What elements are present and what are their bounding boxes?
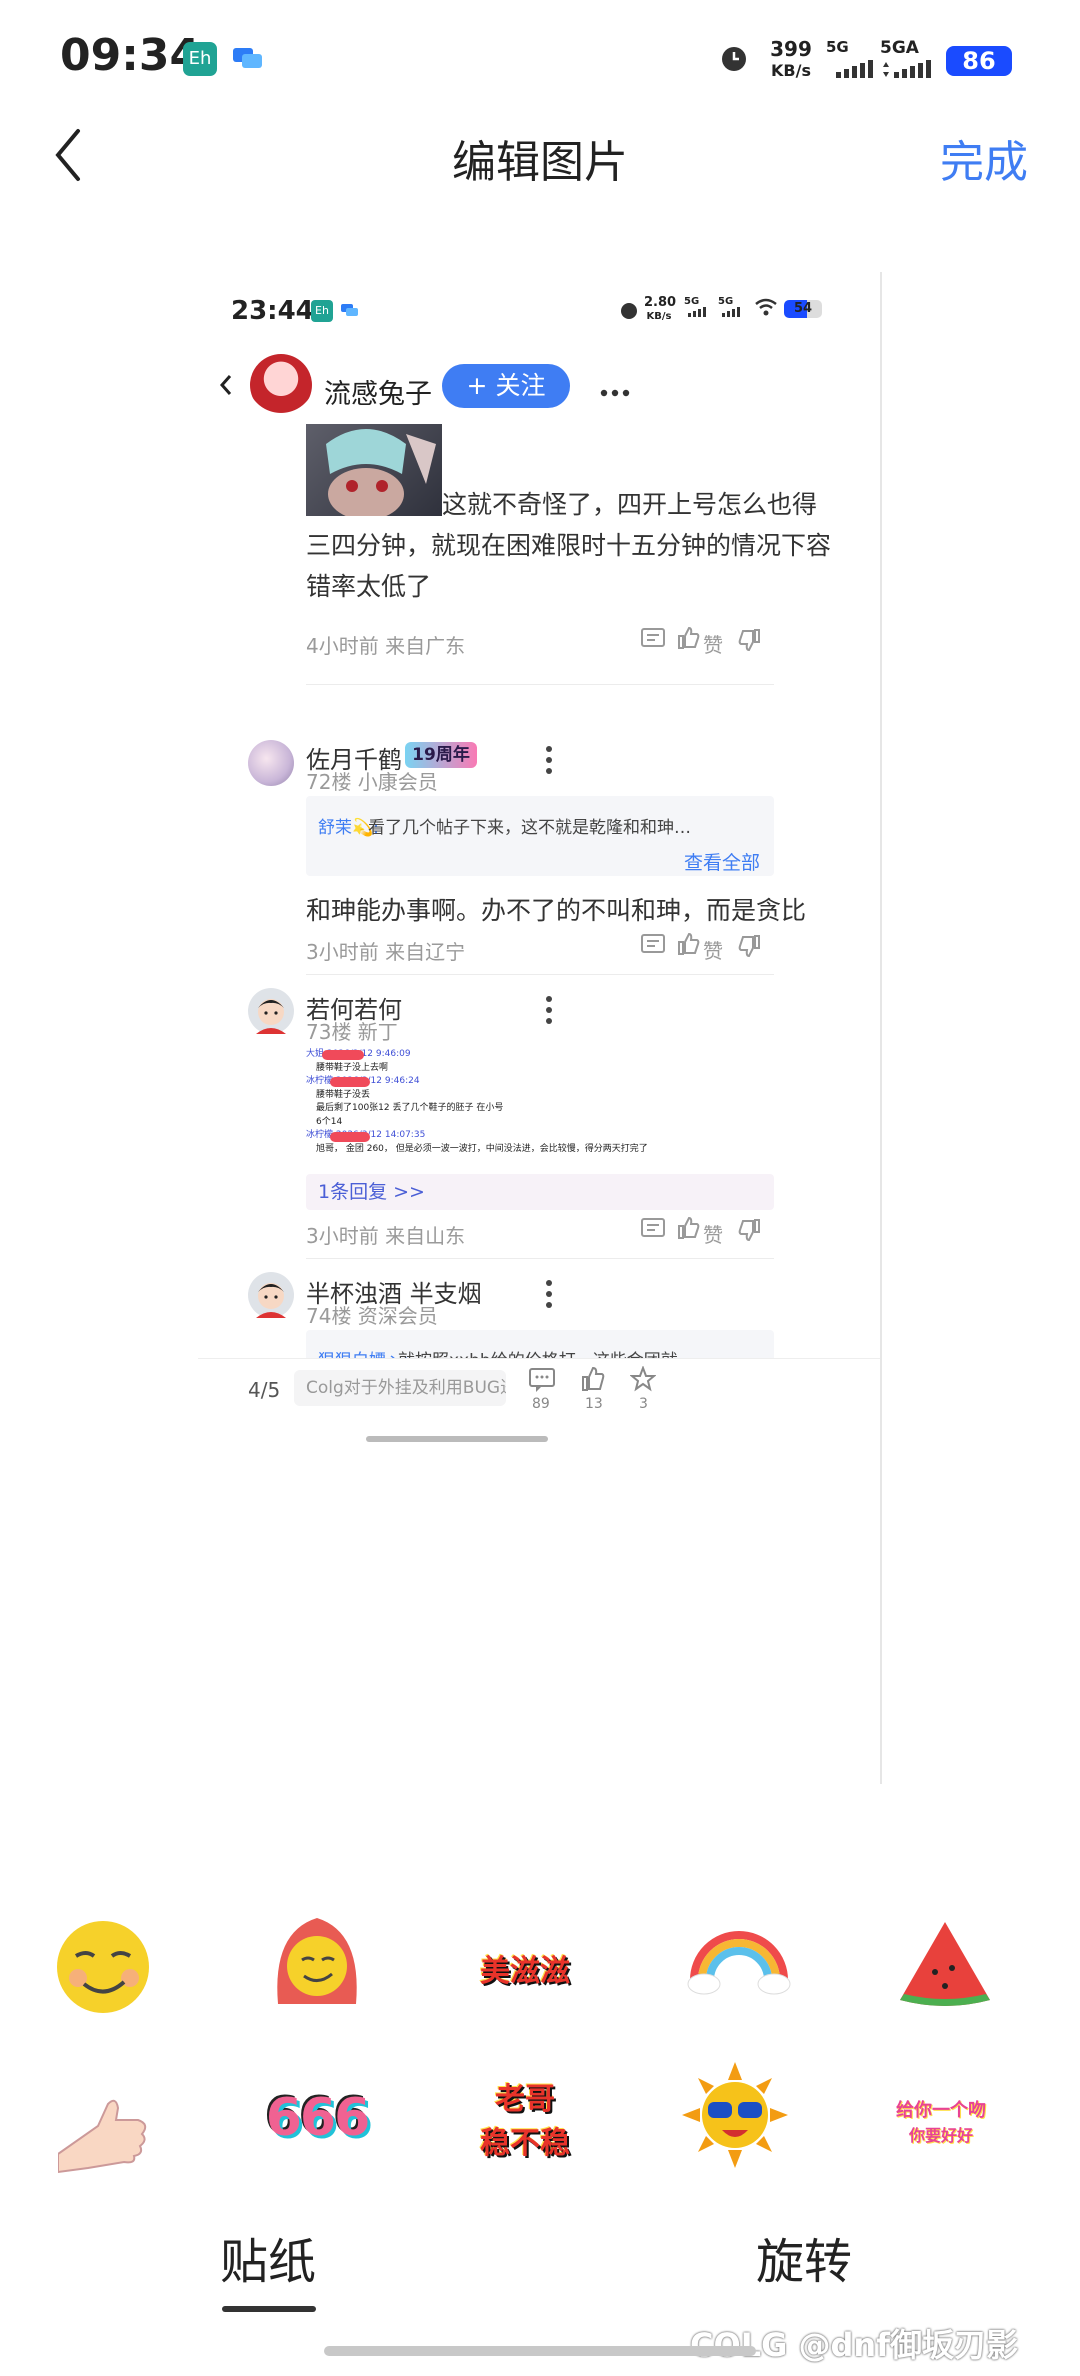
inner-signal-1: 5G (684, 296, 708, 320)
chat-screenshot-image: 大姐 2026/3/12 9:46:09 腰带鞋子没上去啊 冰柠檬 2026/3… (306, 1049, 648, 1154)
sticker-sun[interactable] (680, 2060, 790, 2170)
comment-more-icon-2 (545, 996, 553, 1029)
post-meta: 4小时前 来自广东 (306, 634, 466, 658)
post-line-2: 三四分钟，就现在困难限时十五分钟的情况下容 (306, 531, 832, 560)
comment-input: Colg对于外挂及利用BUG进… (294, 1370, 506, 1406)
status-time: 09:34 (60, 30, 201, 81)
comment-more-icon-3 (545, 1280, 553, 1313)
net-speed-unit: KB/s (771, 61, 811, 80)
like-label-2: 赞 (703, 1223, 723, 1247)
inner-back-icon (218, 372, 234, 402)
inner-chat-icon (341, 302, 359, 321)
battery-indicator: 86 (946, 46, 1012, 76)
author-name: 流感兔子 (324, 379, 432, 410)
likes-icon (580, 1366, 606, 1396)
like-label-1: 赞 (703, 939, 723, 963)
reply-icon-1 (640, 933, 666, 961)
inner-alarm-icon (620, 302, 638, 324)
chat-app-icon (233, 46, 263, 70)
sticker-smirk-face[interactable] (48, 1912, 158, 2022)
page-title: 编辑图片 (452, 137, 628, 188)
follow-button: + 关注 (442, 364, 570, 408)
watermark: COLG @dnf御坂刃影 (690, 2326, 1019, 2364)
commenter-floor-3: 74楼 资深会员 (306, 1304, 438, 1328)
post-line-1: 这就不奇怪了，四开上号怎么也得 (442, 490, 818, 519)
sticker-thumbs-up[interactable] (57, 2064, 168, 2174)
sticker-meizizi[interactable]: 美滋滋 (470, 1912, 580, 2022)
tab-sticker-indicator (222, 2306, 316, 2312)
comment-meta-2: 3小时前 来自山东 (306, 1224, 466, 1248)
comment-meta-1: 3小时前 来自辽宁 (306, 940, 466, 964)
dislike-icon (738, 628, 762, 656)
commenter-avatar-3 (248, 1272, 294, 1318)
signal-2: 5GA (880, 38, 940, 80)
reply-icon (640, 627, 666, 655)
author-avatar (250, 354, 312, 416)
sticker-watermelon[interactable] (890, 1908, 1000, 2018)
commenter-floor-1: 72楼 小康会员 (306, 770, 438, 794)
comment-avatar (198, 696, 216, 762)
commenter-avatar-1 (248, 740, 294, 786)
inner-net-speed: 2.80 (644, 295, 677, 310)
sticker-laoge[interactable]: 老哥 稳不稳 (470, 2060, 580, 2170)
alarm-icon (720, 45, 748, 77)
comments-count: 89 (532, 1396, 550, 1412)
comment-more-icon-1 (545, 746, 553, 779)
inner-signal-2: 5G (718, 296, 742, 320)
done-button[interactable]: 完成 (940, 126, 1028, 190)
like-icon-1 (676, 932, 700, 960)
like-icon-2 (676, 1216, 700, 1244)
tab-sticker[interactable]: 贴纸 (220, 2222, 316, 2292)
view-all-link: 查看全部 (684, 852, 761, 874)
comments-icon (528, 1367, 556, 1397)
like-label: 赞 (703, 633, 723, 657)
dislike-icon-2 (738, 1218, 762, 1246)
likes-count: 13 (585, 1396, 603, 1412)
post-line-3: 错率太低了 (306, 572, 432, 601)
home-indicator (324, 2346, 756, 2356)
reply-icon-2 (640, 1217, 666, 1245)
post-image (306, 424, 442, 516)
star-icon (629, 1365, 657, 1396)
inner-wifi-icon (754, 298, 778, 320)
reply-count-bar: 1条回复 >> (306, 1174, 774, 1210)
stars-count: 3 (639, 1396, 648, 1412)
app-icon-eh: Eh (183, 42, 217, 76)
inner-battery: 54 (784, 300, 822, 318)
sticker-rainbow[interactable] (684, 1910, 794, 2020)
like-icon (676, 626, 700, 654)
edited-image[interactable]: 23:44 Eh 2.80 KB/s 5G 5G 54 流感兔子 + 关注 这就… (198, 272, 882, 1784)
inner-status-time: 23:44 (231, 296, 314, 326)
inner-home-indicator (366, 1436, 548, 1442)
comment-body-1: 和珅能办事啊。办不了的不叫和珅，而是贪比 (306, 896, 807, 925)
status-bar: 09:34 Eh 399 KB/s 5G 5GA 86 (0, 0, 1080, 120)
sticker-666[interactable]: 666 (262, 2060, 372, 2170)
signal-1: 5G (826, 38, 876, 80)
quote-text-1: 看了几个帖子下来，这不就是乾隆和和珅… (368, 818, 691, 838)
more-icon (600, 382, 630, 401)
sticker-hooded-face[interactable] (262, 1908, 372, 2018)
anniversary-badge: 19周年 (405, 742, 477, 768)
commenter-floor-2: 73楼 新丁 (306, 1020, 398, 1044)
inner-net-unit: KB/s (646, 311, 672, 322)
sticker-kiss-text[interactable]: 给你一个吻 你要好好 (886, 2060, 996, 2170)
net-speed: 399 (770, 37, 812, 61)
tab-rotate[interactable]: 旋转 (756, 2222, 852, 2292)
dislike-icon-1 (738, 934, 762, 962)
commenter-avatar-2 (248, 988, 294, 1034)
page-indicator: 4/5 (248, 1378, 281, 1402)
inner-app-icon: Eh (311, 300, 333, 322)
